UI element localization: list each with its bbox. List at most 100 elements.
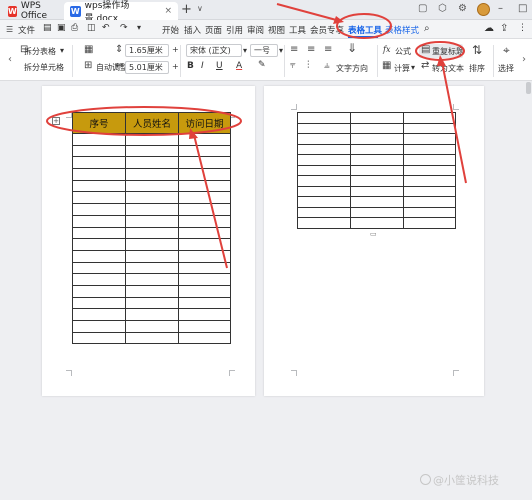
table-cell[interactable]	[125, 179, 179, 193]
table-cell[interactable]	[297, 175, 351, 187]
table-cell[interactable]	[350, 143, 404, 155]
table-cell[interactable]	[72, 156, 126, 170]
table-cell[interactable]	[350, 175, 404, 187]
menu-page[interactable]: 页面	[205, 24, 222, 36]
table-cell[interactable]	[72, 238, 126, 251]
font-color-icon[interactable]: A	[236, 61, 242, 71]
table-cell[interactable]	[178, 331, 231, 345]
hamburger-icon[interactable]: ☰	[6, 25, 13, 34]
undo-icon[interactable]: ↶	[102, 23, 110, 33]
table-cell[interactable]	[350, 112, 404, 124]
header-cell[interactable]: 序号	[72, 112, 126, 134]
preview-icon[interactable]: ◫	[87, 23, 96, 33]
chevron-right-icon[interactable]: ›	[522, 54, 526, 65]
table-cell[interactable]	[297, 122, 351, 134]
table-cell[interactable]	[125, 133, 179, 146]
chevron-down-icon[interactable]: ▾	[243, 46, 247, 55]
table-cell[interactable]	[403, 196, 456, 208]
stepper-plus-icon[interactable]: +	[172, 62, 179, 71]
table-cell[interactable]	[297, 143, 351, 155]
table-cell[interactable]	[403, 185, 456, 197]
table-cell[interactable]	[125, 156, 179, 170]
table-cell[interactable]	[178, 133, 231, 146]
table-cell[interactable]	[72, 296, 126, 310]
window-tile-icon[interactable]: ▢	[418, 3, 427, 14]
table-cell[interactable]	[297, 112, 351, 124]
table-cell[interactable]	[178, 238, 231, 251]
table-cell[interactable]	[125, 331, 179, 345]
table-cell[interactable]	[125, 296, 179, 310]
font-size-select[interactable]: 一号	[250, 44, 278, 57]
table-resize-handle[interactable]: ▭	[370, 230, 377, 238]
table-cell[interactable]	[125, 284, 179, 298]
select-button[interactable]: 选择	[498, 63, 514, 74]
table-cell[interactable]	[178, 179, 231, 193]
table-cell[interactable]	[403, 122, 456, 134]
menu-reference[interactable]: 引用	[226, 24, 243, 36]
menu-file[interactable]: 文件	[18, 24, 35, 36]
table-cell[interactable]	[350, 217, 404, 229]
bold-icon[interactable]: B	[187, 61, 194, 71]
cube-icon[interactable]: ⬡	[438, 3, 447, 14]
table-cell[interactable]	[178, 214, 231, 228]
calculate-button[interactable]: 计算	[394, 63, 410, 74]
table-cell[interactable]	[350, 164, 404, 176]
convert-text-button[interactable]: 转为文本	[432, 63, 464, 74]
table-cell[interactable]	[297, 185, 351, 197]
table-cell[interactable]	[178, 226, 231, 240]
table-cell[interactable]	[72, 191, 126, 205]
col-width-field[interactable]: 5.01厘米	[125, 61, 169, 74]
new-tab-icon[interactable]: +	[181, 3, 192, 17]
table-cell[interactable]	[72, 133, 126, 146]
table-cell[interactable]	[72, 308, 126, 321]
chevron-down-icon[interactable]: ∨	[197, 4, 203, 13]
menu-insert[interactable]: 插入	[184, 24, 201, 36]
table-move-handle[interactable]: +	[52, 117, 60, 125]
chevron-down-icon[interactable]: ▾	[411, 63, 415, 72]
table-cell[interactable]	[178, 296, 231, 310]
table-cell[interactable]	[72, 226, 126, 240]
avatar[interactable]	[477, 3, 490, 16]
table-cell[interactable]	[72, 249, 126, 263]
align-center-icon[interactable]: ≡	[307, 44, 315, 55]
italic-icon[interactable]: I	[201, 61, 204, 71]
table-cell[interactable]	[72, 144, 126, 158]
chevron-left-icon[interactable]: ‹	[8, 54, 12, 65]
table-cell[interactable]	[178, 203, 231, 216]
table-cell[interactable]	[297, 217, 351, 229]
split-table-button[interactable]: 拆分表格	[24, 46, 56, 57]
table-cell[interactable]	[72, 214, 126, 228]
table-cell[interactable]	[178, 191, 231, 205]
table-cell[interactable]	[178, 168, 231, 181]
table-cell[interactable]	[297, 164, 351, 176]
chevron-down-icon[interactable]: ▾	[279, 46, 283, 55]
close-icon[interactable]: ×	[164, 6, 172, 16]
save-icon[interactable]: ▣	[57, 23, 66, 33]
align-left-icon[interactable]: ≡	[290, 44, 298, 55]
header-cell[interactable]: 访问日期	[178, 112, 231, 134]
more-icon[interactable]: ⋮	[518, 23, 527, 33]
tab-wps-office[interactable]: W WPS Office	[2, 1, 64, 21]
table-cell[interactable]	[72, 261, 126, 275]
menu-start[interactable]: 开始	[162, 24, 179, 36]
table-cell[interactable]	[178, 144, 231, 158]
table-cell[interactable]	[403, 143, 456, 155]
table-cell[interactable]	[403, 154, 456, 166]
menu-tools[interactable]: 工具	[289, 24, 306, 36]
align-top-icon[interactable]: ⫧	[290, 60, 296, 71]
search-icon[interactable]: ⌕	[424, 23, 430, 34]
highlight-icon[interactable]: ✎	[258, 60, 266, 70]
vertical-scrollbar[interactable]	[526, 82, 531, 94]
align-right-icon[interactable]: ≡	[324, 44, 332, 55]
table-cell[interactable]	[403, 217, 456, 229]
table-cell[interactable]	[297, 206, 351, 218]
table-cell[interactable]	[350, 185, 404, 197]
table-cell[interactable]	[403, 175, 456, 187]
table-cell[interactable]	[125, 144, 179, 158]
table-cell[interactable]	[72, 179, 126, 193]
table-cell[interactable]	[72, 168, 126, 181]
share-icon[interactable]: ⇪	[500, 23, 508, 34]
chevron-down-icon[interactable]: ▾	[60, 46, 64, 55]
table-cell[interactable]	[72, 331, 126, 345]
table-cell[interactable]	[297, 133, 351, 145]
